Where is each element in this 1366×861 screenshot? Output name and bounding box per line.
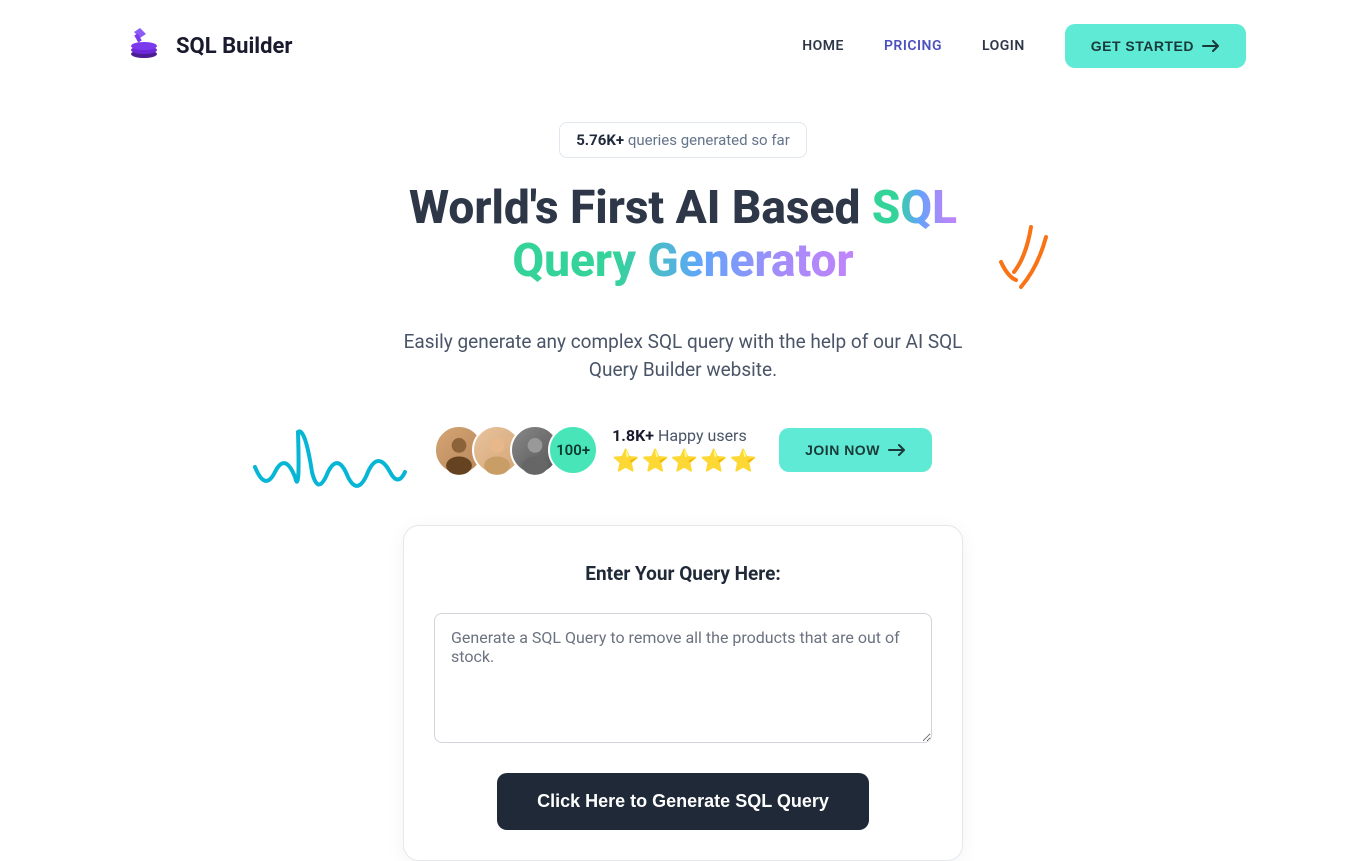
nav-login[interactable]: LOGIN: [982, 38, 1025, 54]
arrow-right-icon: [888, 443, 906, 457]
decoration-orange: [996, 222, 1066, 302]
main-nav: HOME PRICING LOGIN GET STARTED: [802, 24, 1246, 68]
join-now-button[interactable]: JOIN NOW: [779, 428, 932, 472]
logo-section[interactable]: SQL Builder: [120, 24, 292, 68]
star-icon: ⭐: [612, 449, 639, 474]
header: SQL Builder HOME PRICING LOGIN GET START…: [0, 0, 1366, 92]
user-info: 1.8K+ Happy users ⭐ ⭐ ⭐ ⭐ ⭐: [612, 426, 757, 474]
arrow-right-icon: [1202, 39, 1220, 53]
star-icon: ⭐: [730, 449, 757, 474]
get-started-button[interactable]: GET STARTED: [1065, 24, 1246, 68]
title-gradient-2: Query Generator: [512, 234, 853, 288]
user-count-text: Happy users: [654, 426, 747, 445]
join-label: JOIN NOW: [805, 442, 880, 458]
title-plain: World's First AI Based: [409, 181, 872, 235]
nav-home[interactable]: HOME: [802, 38, 844, 54]
social-proof: 100+ 1.8K+ Happy users ⭐ ⭐ ⭐ ⭐ ⭐ JOIN NO…: [0, 425, 1366, 475]
hero-title: World's First AI Based SQL Query Generat…: [0, 182, 1366, 288]
hero-subtitle: Easily generate any complex SQL query wi…: [403, 328, 963, 385]
query-card: Enter Your Query Here: Click Here to Gen…: [403, 525, 963, 861]
avatar-stack: 100+: [434, 425, 598, 475]
badge-text: queries generated so far: [624, 131, 790, 149]
queries-badge: 5.76K+ queries generated so far: [559, 122, 807, 158]
user-count-number: 1.8K+: [612, 426, 654, 445]
get-started-label: GET STARTED: [1091, 38, 1194, 54]
star-rating: ⭐ ⭐ ⭐ ⭐ ⭐: [612, 449, 757, 474]
badge-count: 5.76K+: [576, 131, 624, 149]
main-content: 5.76K+ queries generated so far World's …: [0, 92, 1366, 861]
query-input[interactable]: [434, 613, 932, 743]
star-icon: ⭐: [642, 449, 669, 474]
star-icon: ⭐: [671, 449, 698, 474]
logo-text: SQL Builder: [176, 34, 292, 59]
logo-icon: [120, 24, 164, 68]
query-label: Enter Your Query Here:: [434, 562, 932, 585]
nav-pricing[interactable]: PRICING: [884, 38, 942, 54]
title-gradient-1: SQL: [872, 181, 957, 235]
user-count: 1.8K+ Happy users: [612, 426, 757, 445]
generate-button[interactable]: Click Here to Generate SQL Query: [497, 773, 869, 830]
avatar-count: 100+: [548, 425, 598, 475]
star-icon: ⭐: [700, 449, 727, 474]
decoration-blue: [250, 422, 410, 512]
